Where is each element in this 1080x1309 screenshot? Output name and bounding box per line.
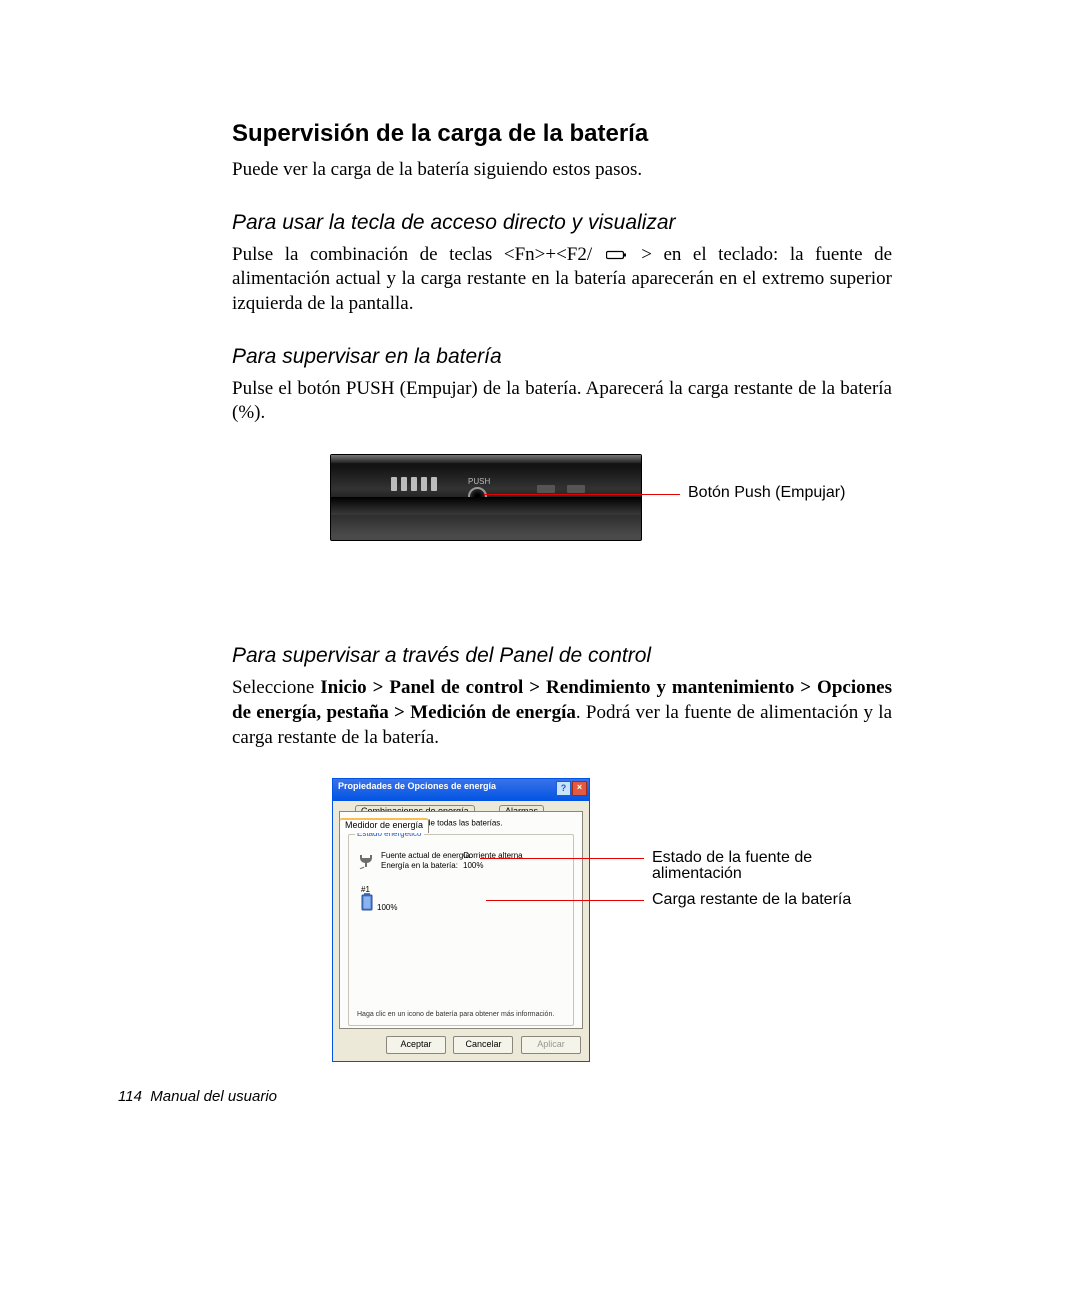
dialog-titlebar: Propiedades de Opciones de energía ? × [333, 779, 589, 801]
figure-dialog: Propiedades de Opciones de energía ? × C… [332, 778, 892, 1068]
intro-paragraph: Puede ver la carga de la batería siguien… [232, 158, 892, 183]
paragraph-panel: Seleccione Inicio > Panel de control > R… [232, 676, 892, 750]
dialog-window: Propiedades de Opciones de energía ? × C… [332, 778, 590, 1062]
label-source: Fuente actual de energía: [381, 851, 472, 861]
subheading-hotkey: Para usar la tecla de acceso directo y v… [232, 211, 892, 235]
plug-icon [359, 853, 373, 869]
callout-line-charge [486, 900, 644, 901]
battery-illustration: PUSH [330, 454, 642, 541]
value-source: Corriente alterna [463, 851, 523, 861]
tab-medidor[interactable]: Medidor de energía [339, 818, 429, 833]
panel-hint: Haga clic en un icono de batería para ob… [357, 1011, 554, 1019]
dialog-panel: ✓Mostrar el estado de todas las baterías… [339, 811, 583, 1029]
paragraph-battery: Pulse el botón PUSH (Empujar) de la bate… [232, 377, 892, 426]
footer-title: Manual del usuario [150, 1088, 277, 1105]
battery-icon [606, 249, 628, 261]
groupbox-power-state: Estado energético Fuente actual de energ… [348, 834, 574, 1026]
close-icon[interactable]: × [572, 781, 587, 796]
heading-main: Supervisión de la carga de la batería [232, 120, 892, 148]
paragraph-hotkey: Pulse la combinación de teclas <Fn>+<F2/… [232, 243, 892, 317]
apply-button[interactable]: Aplicar [521, 1036, 581, 1054]
page-content: Supervisión de la carga de la batería Pu… [232, 120, 892, 1068]
page-footer: 114 Manual del usuario [118, 1088, 277, 1105]
subheading-panel: Para supervisar a través del Panel de co… [232, 644, 892, 668]
push-label: PUSH [468, 478, 490, 486]
dialog-title: Propiedades de Opciones de energía [338, 781, 496, 791]
dialog-buttons: Aceptar Cancelar Aplicar [381, 1036, 581, 1054]
subheading-battery: Para supervisar en la batería [232, 345, 892, 369]
page-number: 114 [118, 1088, 142, 1105]
battery-percent: 100% [377, 903, 397, 913]
figure-battery: PUSH Botón Push (Empujar) [330, 454, 892, 564]
ok-button[interactable]: Aceptar [386, 1036, 446, 1054]
label-charge: Energía en la batería: [381, 861, 458, 871]
callout-push: Botón Push (Empujar) [688, 485, 845, 501]
value-charge: 100% [463, 861, 483, 871]
callout-source: Estado de la fuente de alimentación [652, 850, 892, 882]
cancel-button[interactable]: Cancelar [453, 1036, 513, 1054]
battery-small-icon[interactable] [361, 893, 373, 911]
callout-line [484, 494, 680, 495]
panel-text-lead: Seleccione [232, 677, 320, 698]
callout-charge: Carga restante de la batería [652, 892, 851, 908]
help-icon[interactable]: ? [556, 781, 571, 796]
callout-line-source [480, 858, 644, 859]
hotkey-text-a: Pulse la combinación de teclas <Fn>+<F2/ [232, 244, 592, 265]
